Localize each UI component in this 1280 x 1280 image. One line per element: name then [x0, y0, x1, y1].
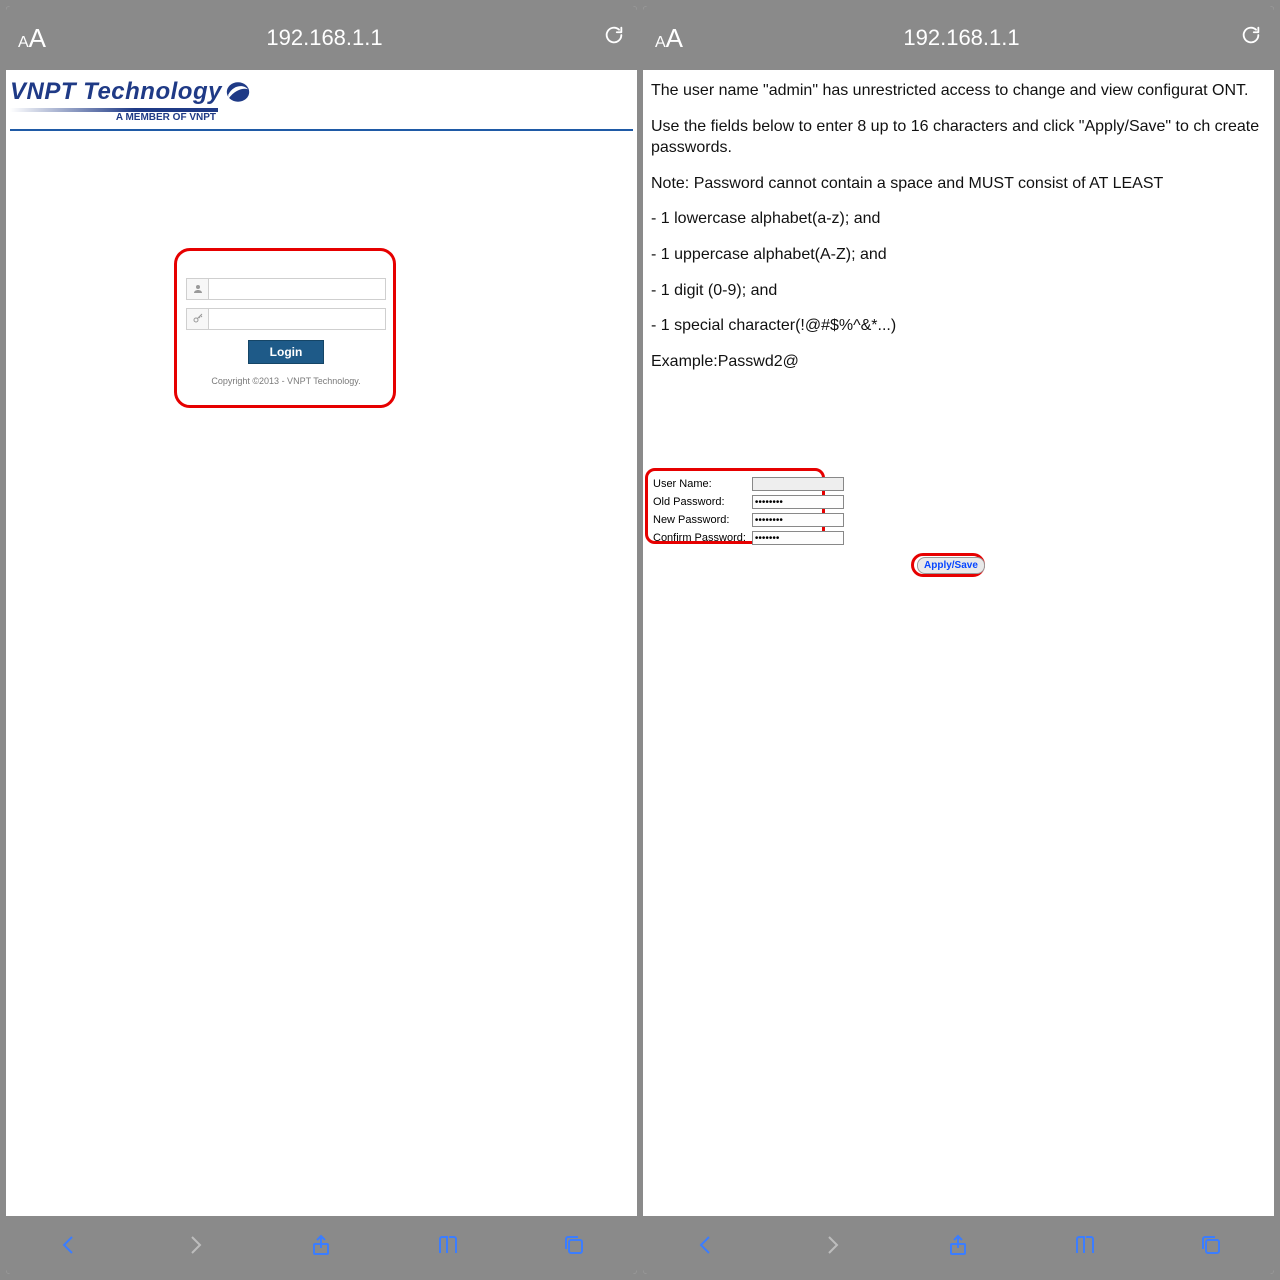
- page-content-login: VNPT Technology A MEMBER OF VNPT: [6, 70, 637, 1216]
- left-screenshot: AA 192.168.1.1 VNPT Technology A MEMBER …: [6, 6, 637, 1274]
- brand-logo: VNPT Technology: [10, 78, 633, 106]
- login-form: Login Copyright ©2013 - VNPT Technology.: [186, 278, 386, 386]
- input-oldpassword[interactable]: [752, 495, 844, 509]
- reload-icon[interactable]: [603, 24, 625, 53]
- brand-swirl-icon: [224, 78, 252, 106]
- pwd-bullet-2: - 1 uppercase alphabet(A-Z); and: [651, 244, 1266, 266]
- back-icon[interactable]: [55, 1231, 83, 1259]
- input-newpassword[interactable]: [752, 513, 844, 527]
- pwd-bullet-1: - 1 lowercase alphabet(a-z); and: [651, 208, 1266, 230]
- address-bar: AA 192.168.1.1: [643, 6, 1274, 70]
- pwd-bullet-4: - 1 special character(!@#$%^&*...): [651, 315, 1266, 337]
- share-icon[interactable]: [307, 1231, 335, 1259]
- right-screenshot: AA 192.168.1.1 The user name "admin" has…: [643, 6, 1274, 1274]
- pwd-bullet-3: - 1 digit (0-9); and: [651, 280, 1266, 302]
- page-content-password: The user name "admin" has unrestricted a…: [643, 70, 1274, 1216]
- text-size-button[interactable]: AA: [18, 23, 46, 54]
- browser-toolbar: [643, 1216, 1274, 1274]
- username-row: [186, 278, 386, 300]
- forward-icon[interactable]: [818, 1231, 846, 1259]
- pwd-paragraph-3: Note: Password cannot contain a space an…: [651, 173, 1266, 195]
- forward-icon[interactable]: [181, 1231, 209, 1259]
- brand-name: VNPT Technology: [10, 78, 222, 106]
- text-size-button[interactable]: AA: [655, 23, 683, 54]
- key-icon: [187, 309, 209, 329]
- input-username[interactable]: [752, 477, 844, 491]
- address-bar: AA 192.168.1.1: [6, 6, 637, 70]
- login-button[interactable]: Login: [248, 340, 324, 364]
- password-input[interactable]: [209, 309, 385, 329]
- brand-subtitle: A MEMBER OF VNPT: [10, 112, 218, 123]
- input-confirmpassword[interactable]: [752, 531, 844, 545]
- pwd-example: Example:Passwd2@: [651, 351, 1266, 373]
- label-newpassword: New Password:: [651, 512, 748, 528]
- tabs-icon[interactable]: [560, 1231, 588, 1259]
- pwd-paragraph-2: Use the fields below to enter 8 up to 16…: [651, 116, 1266, 159]
- pwd-paragraph-1: The user name "admin" has unrestricted a…: [651, 80, 1266, 102]
- back-icon[interactable]: [692, 1231, 720, 1259]
- apply-save-button[interactable]: Apply/Save: [917, 557, 985, 574]
- label-confirmpassword: Confirm Password:: [651, 530, 748, 546]
- label-oldpassword: Old Password:: [651, 494, 748, 510]
- tabs-icon[interactable]: [1197, 1231, 1225, 1259]
- username-input[interactable]: [209, 279, 385, 299]
- label-username: User Name:: [651, 476, 748, 492]
- url-text[interactable]: 192.168.1.1: [266, 25, 382, 51]
- bookmarks-icon[interactable]: [1071, 1231, 1099, 1259]
- bookmarks-icon[interactable]: [434, 1231, 462, 1259]
- copyright-text: Copyright ©2013 - VNPT Technology.: [186, 376, 386, 386]
- password-row: [186, 308, 386, 330]
- share-icon[interactable]: [944, 1231, 972, 1259]
- password-form: User Name: Old Password: New Password: C…: [649, 474, 848, 548]
- browser-toolbar: [6, 1216, 637, 1274]
- reload-icon[interactable]: [1240, 24, 1262, 53]
- url-text[interactable]: 192.168.1.1: [903, 25, 1019, 51]
- user-icon: [187, 279, 209, 299]
